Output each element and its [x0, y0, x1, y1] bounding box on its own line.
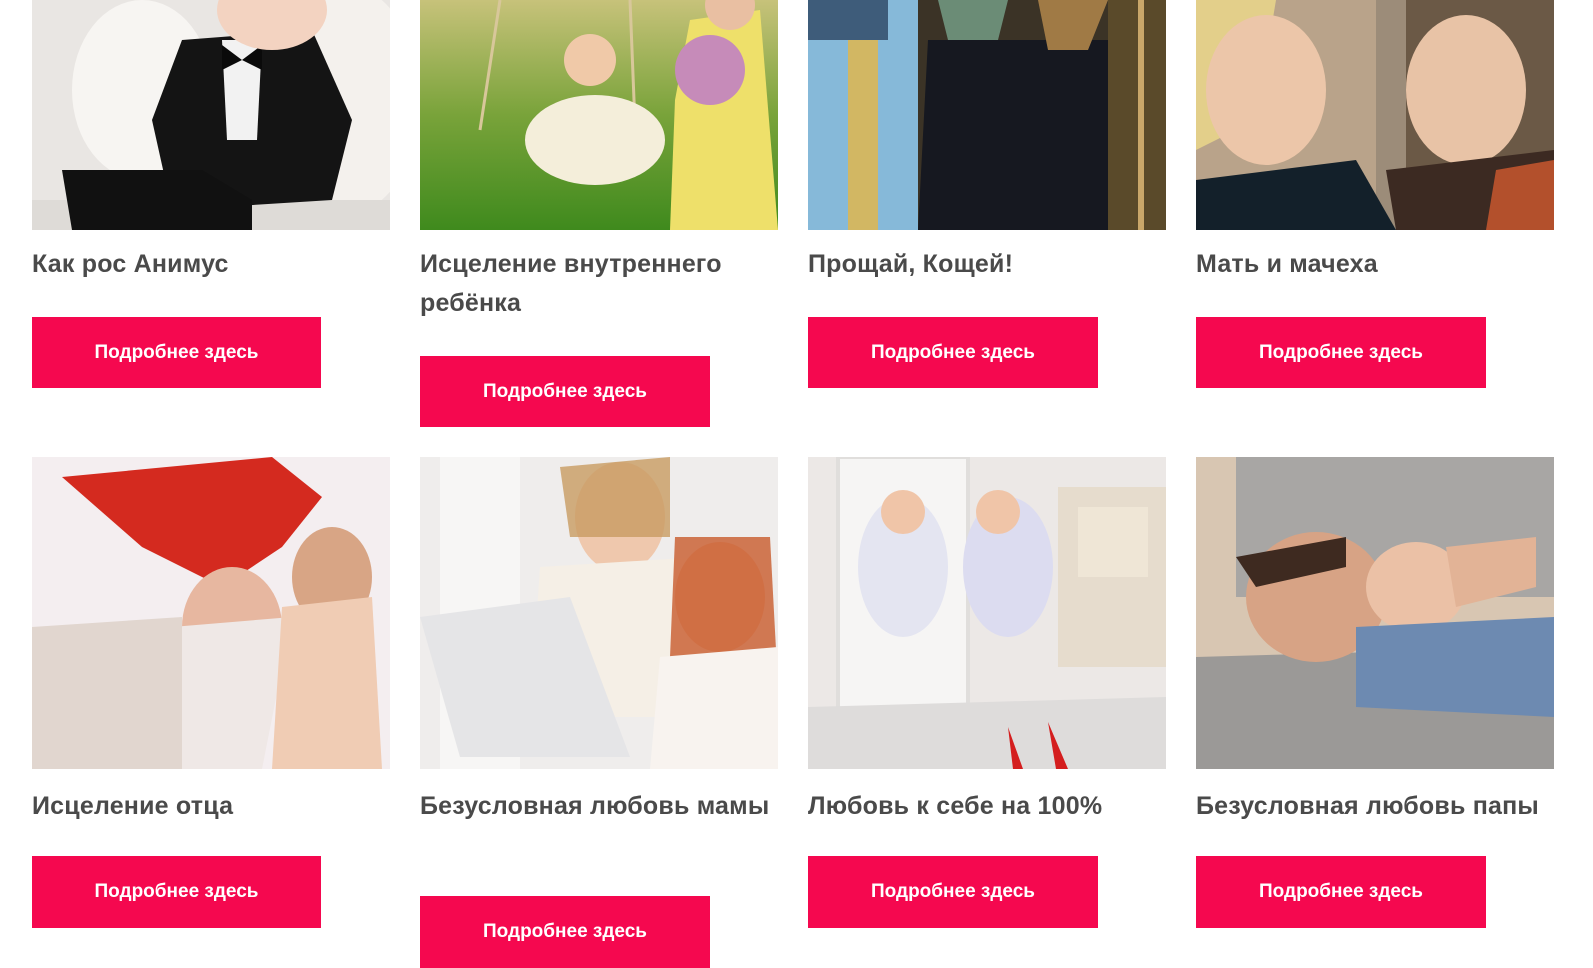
details-button[interactable]: Подробнее здесь [1196, 317, 1486, 388]
baby-tuxedo-image[interactable] [32, 0, 390, 230]
details-button[interactable]: Подробнее здесь [420, 896, 710, 968]
card-title: Мать и мачеха [1196, 250, 1378, 278]
details-button[interactable]: Подробнее здесь [32, 317, 321, 388]
card-title: Как рос Анимус [32, 250, 229, 278]
card-title: Прощай, Кощей! [808, 250, 1014, 278]
details-button[interactable]: Подробнее здесь [1196, 856, 1486, 928]
details-button[interactable]: Подробнее здесь [420, 356, 710, 427]
stepmom-movie-image[interactable] [1196, 0, 1554, 230]
card-title: Безусловная любовь мамы [420, 792, 770, 820]
girl-mirror-image[interactable] [808, 457, 1166, 769]
koschei-cartoon-image[interactable] [808, 0, 1166, 230]
girl-swing-image[interactable] [420, 0, 778, 230]
card-title: Исцеление отца [32, 792, 234, 820]
father-sofa-image[interactable] [1196, 457, 1554, 769]
details-button[interactable]: Подробнее здесь [32, 856, 321, 928]
details-button[interactable]: Подробнее здесь [808, 856, 1098, 928]
pillow-fight-image[interactable] [32, 457, 390, 769]
card-title: Безусловная любовь папы [1196, 792, 1539, 820]
card-title: Исцеление внутреннего ребёнка [420, 250, 722, 317]
details-button[interactable]: Подробнее здесь [808, 317, 1098, 388]
card-title: Любовь к себе на 100% [808, 792, 1103, 820]
mother-laptop-image[interactable] [420, 457, 778, 769]
